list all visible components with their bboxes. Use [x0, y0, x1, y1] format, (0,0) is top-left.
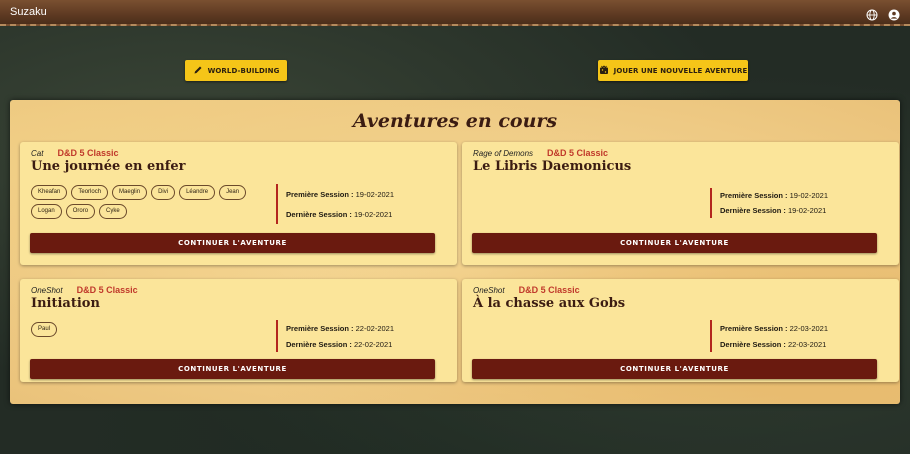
- world-building-button[interactable]: WORLD-BUILDING: [185, 60, 287, 81]
- session-dates: Première Session : 19-02-2021 Dernière S…: [276, 184, 394, 224]
- adventure-type: Rage of Demons: [473, 149, 534, 158]
- player-chip[interactable]: Cyke: [99, 204, 127, 219]
- first-session-label: Première Session :: [720, 323, 788, 333]
- player-chip[interactable]: Maeglin: [112, 185, 148, 200]
- adventure-card: OneShot D&D 5 Classic À la chasse aux Go…: [462, 279, 899, 382]
- game-system: D&D 5 Classic: [518, 285, 580, 295]
- section-title: Aventures en cours: [352, 110, 558, 132]
- top-icons: [866, 6, 900, 21]
- adventure-title: Initiation: [31, 296, 100, 311]
- player-list: Kheafan Teorloch Maeglin Divi Léandre Je…: [31, 185, 259, 219]
- player-chip[interactable]: Divi: [151, 185, 176, 200]
- new-adventure-label: JOUER UNE NOUVELLE AVENTURE: [613, 66, 748, 75]
- first-session-label: Première Session :: [286, 189, 354, 199]
- adventure-title: À la chasse aux Gobs: [473, 296, 626, 311]
- adventure-card: OneShot D&D 5 Classic Initiation Paul Pr…: [20, 279, 457, 382]
- last-session-label: Dernière Session :: [720, 206, 786, 215]
- adventure-title: Une journée en enfer: [31, 159, 186, 174]
- player-chip[interactable]: Jean: [219, 185, 247, 200]
- player-chip[interactable]: Paul: [31, 322, 58, 337]
- app-title[interactable]: Suzaku: [10, 6, 47, 18]
- pencil-icon: [193, 65, 203, 77]
- first-session-date: 19-02-2021: [355, 189, 395, 199]
- session-dates: Première Session : 19-02-2021 Dernière S…: [710, 188, 828, 218]
- continue-adventure-button[interactable]: CONTINUER L'AVENTURE: [30, 233, 435, 253]
- player-chip[interactable]: Ororo: [65, 204, 96, 219]
- continue-adventure-button[interactable]: CONTINUER L'AVENTURE: [30, 359, 435, 379]
- continue-adventure-button[interactable]: CONTINUER L'AVENTURE: [472, 359, 877, 379]
- session-dates: Première Session : 22-03-2021 Dernière S…: [710, 320, 828, 352]
- adventure-type: OneShot: [473, 286, 505, 295]
- player-chip[interactable]: Teorloch: [71, 185, 109, 200]
- adventure-title: Le Libris Daemonicus: [473, 159, 632, 174]
- account-icon[interactable]: [888, 6, 900, 21]
- last-session-date: 19-02-2021: [353, 209, 393, 219]
- top-bar: Suzaku: [0, 0, 910, 26]
- first-session-date: 22-02-2021: [355, 323, 395, 333]
- player-chip[interactable]: Léandre: [179, 185, 216, 200]
- new-adventure-button[interactable]: JOUER UNE NOUVELLE AVENTURE: [598, 60, 748, 81]
- globe-icon[interactable]: [866, 6, 878, 21]
- player-chip[interactable]: Kheafan: [31, 185, 68, 200]
- first-session-label: Première Session :: [286, 323, 354, 333]
- adventures-panel: Aventures en cours Cat D&D 5 Classic Une…: [10, 100, 900, 404]
- last-session-date: 22-02-2021: [353, 339, 393, 349]
- last-session-label: Dernière Session :: [720, 339, 786, 349]
- last-session-label: Dernière Session :: [286, 209, 352, 219]
- last-session-date: 19-02-2021: [787, 206, 827, 215]
- last-session-label: Dernière Session :: [286, 339, 352, 349]
- game-system: D&D 5 Classic: [547, 148, 609, 158]
- player-chip[interactable]: Logan: [31, 204, 62, 219]
- world-building-label: WORLD-BUILDING: [207, 66, 280, 75]
- adventure-type: OneShot: [31, 286, 63, 295]
- session-dates: Première Session : 22-02-2021 Dernière S…: [276, 320, 394, 352]
- dice-crown-icon: [599, 64, 609, 77]
- last-session-date: 22-03-2021: [787, 339, 827, 349]
- continue-adventure-button[interactable]: CONTINUER L'AVENTURE: [472, 233, 877, 253]
- game-system: D&D 5 Classic: [57, 148, 119, 158]
- game-system: D&D 5 Classic: [76, 285, 138, 295]
- adventure-card: Cat D&D 5 Classic Une journée en enfer K…: [20, 142, 457, 265]
- adventure-card: Rage of Demons D&D 5 Classic Le Libris D…: [462, 142, 899, 265]
- adventure-type: Cat: [31, 149, 44, 158]
- first-session-label: Première Session :: [720, 191, 788, 200]
- first-session-date: 19-02-2021: [789, 191, 829, 200]
- first-session-date: 22-03-2021: [789, 323, 829, 333]
- player-list: Paul: [31, 322, 259, 337]
